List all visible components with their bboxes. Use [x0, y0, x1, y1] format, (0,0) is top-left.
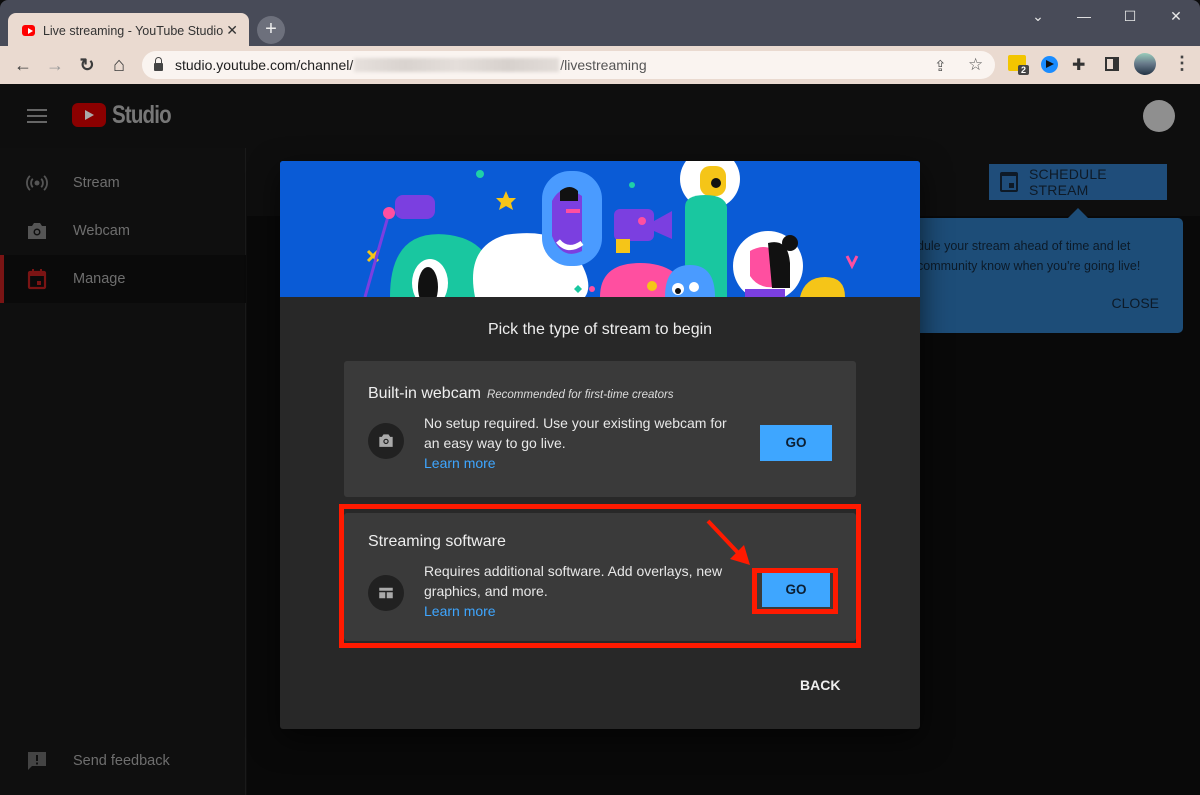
tab-title: Live streaming - YouTube Studio: [42, 23, 224, 38]
calendar-icon: [27, 269, 47, 290]
sidebar-item-label: Manage: [73, 271, 126, 287]
option-built-in-webcam: Built-in webcam Recommended for first-tim…: [344, 361, 856, 497]
close-window-button[interactable]: ✕: [1156, 5, 1196, 27]
option-title: Built-in webcam Recommended for first-tim…: [368, 385, 674, 403]
url-path: /livestreaming: [560, 57, 647, 73]
learn-more-link[interactable]: Learn more: [424, 453, 744, 473]
lock-icon[interactable]: [154, 57, 163, 71]
bookmark-star-icon[interactable]: ☆: [968, 55, 983, 75]
extensions-puzzle-icon[interactable]: ✚: [1072, 55, 1085, 75]
minimize-button[interactable]: —: [1064, 5, 1104, 27]
back-icon[interactable]: ←: [10, 52, 36, 78]
option-subtitle: Recommended for first-time creators: [486, 389, 674, 401]
tooltip-text: dule your stream ahead of time and let c…: [917, 236, 1140, 276]
url-host: studio.youtube.com/channel/: [175, 57, 354, 73]
feedback-icon: [28, 752, 46, 770]
highlight-box-go-button: [752, 568, 838, 614]
dialog-title: Pick the type of stream to begin: [487, 321, 713, 338]
address-bar[interactable]: studio.youtube.com/channel/ /livestreami…: [142, 51, 995, 79]
extension-player-icon[interactable]: [1041, 56, 1058, 73]
forward-icon[interactable]: →: [42, 52, 68, 78]
browser-toolbar: ← → ↻ ⌂ studio.youtube.com/channel/ /liv…: [0, 46, 1200, 84]
home-icon[interactable]: ⌂: [106, 52, 132, 78]
schedule-tooltip: dule your stream ahead of time and let c…: [905, 208, 1183, 333]
schedule-stream-label: SCHEDULE STREAM: [1029, 166, 1107, 198]
send-feedback-label: Send feedback: [73, 753, 170, 769]
studio-header: Studio: [0, 84, 1200, 148]
sidebar-item-stream[interactable]: Stream: [0, 159, 246, 207]
option-description-text: No setup required. Use your existing web…: [424, 415, 727, 451]
sidebar-item-manage[interactable]: Manage: [0, 255, 246, 303]
side-panel-icon[interactable]: [1105, 57, 1119, 71]
profile-avatar[interactable]: [1134, 53, 1156, 75]
send-feedback-button[interactable]: Send feedback: [0, 737, 246, 785]
tab-bar: Live streaming - YouTube Studio ✕ + ⌄ — …: [0, 0, 1200, 48]
reload-icon[interactable]: ↻: [74, 52, 100, 78]
option-title-text: Built-in webcam: [368, 385, 481, 402]
hamburger-menu-icon[interactable]: [27, 109, 47, 123]
camera-icon: [368, 423, 404, 459]
maximize-button[interactable]: ☐: [1110, 5, 1150, 27]
schedule-stream-button[interactable]: SCHEDULE STREAM: [989, 164, 1167, 200]
new-tab-button[interactable]: +: [257, 16, 285, 44]
sidebar-item-webcam[interactable]: Webcam: [0, 207, 246, 255]
tooltip-line: community know when you're going live!: [917, 259, 1141, 273]
back-button[interactable]: BACK: [800, 677, 840, 693]
sidebar-item-label: Webcam: [73, 223, 130, 239]
calendar-icon: [1000, 172, 1018, 192]
broadcast-icon: [26, 175, 48, 191]
hero-illustration: [280, 161, 920, 297]
tab-search-icon[interactable]: ⌄: [1018, 5, 1058, 27]
annotation-arrow-icon: [706, 519, 750, 565]
browser-menu-icon[interactable]: ⋮: [1173, 53, 1191, 74]
tab-active[interactable]: Live streaming - YouTube Studio ✕: [8, 13, 249, 48]
studio-logo-text[interactable]: Studio: [112, 101, 172, 130]
share-icon[interactable]: ⇪: [934, 57, 947, 75]
option-description: No setup required. Use your existing web…: [424, 413, 744, 473]
camera-icon: [28, 223, 46, 239]
youtube-logo-icon[interactable]: [72, 103, 106, 127]
extension-notes-icon[interactable]: 2: [1008, 55, 1030, 75]
sidebar: Stream Webcam Manage Send feedback: [0, 148, 246, 795]
sidebar-item-label: Stream: [73, 175, 120, 191]
webcam-go-button[interactable]: GO: [760, 425, 832, 461]
tab-close-icon[interactable]: ✕: [223, 22, 241, 39]
youtube-favicon-icon: [22, 25, 35, 36]
url-redacted: [354, 58, 560, 72]
browser-window: Live streaming - YouTube Studio ✕ + ⌄ — …: [0, 0, 1200, 795]
tooltip-close-button[interactable]: CLOSE: [1112, 295, 1159, 311]
extension-badge: 2: [1018, 65, 1030, 75]
tooltip-line: dule your stream ahead of time and let: [917, 239, 1131, 253]
account-avatar[interactable]: [1143, 100, 1175, 132]
